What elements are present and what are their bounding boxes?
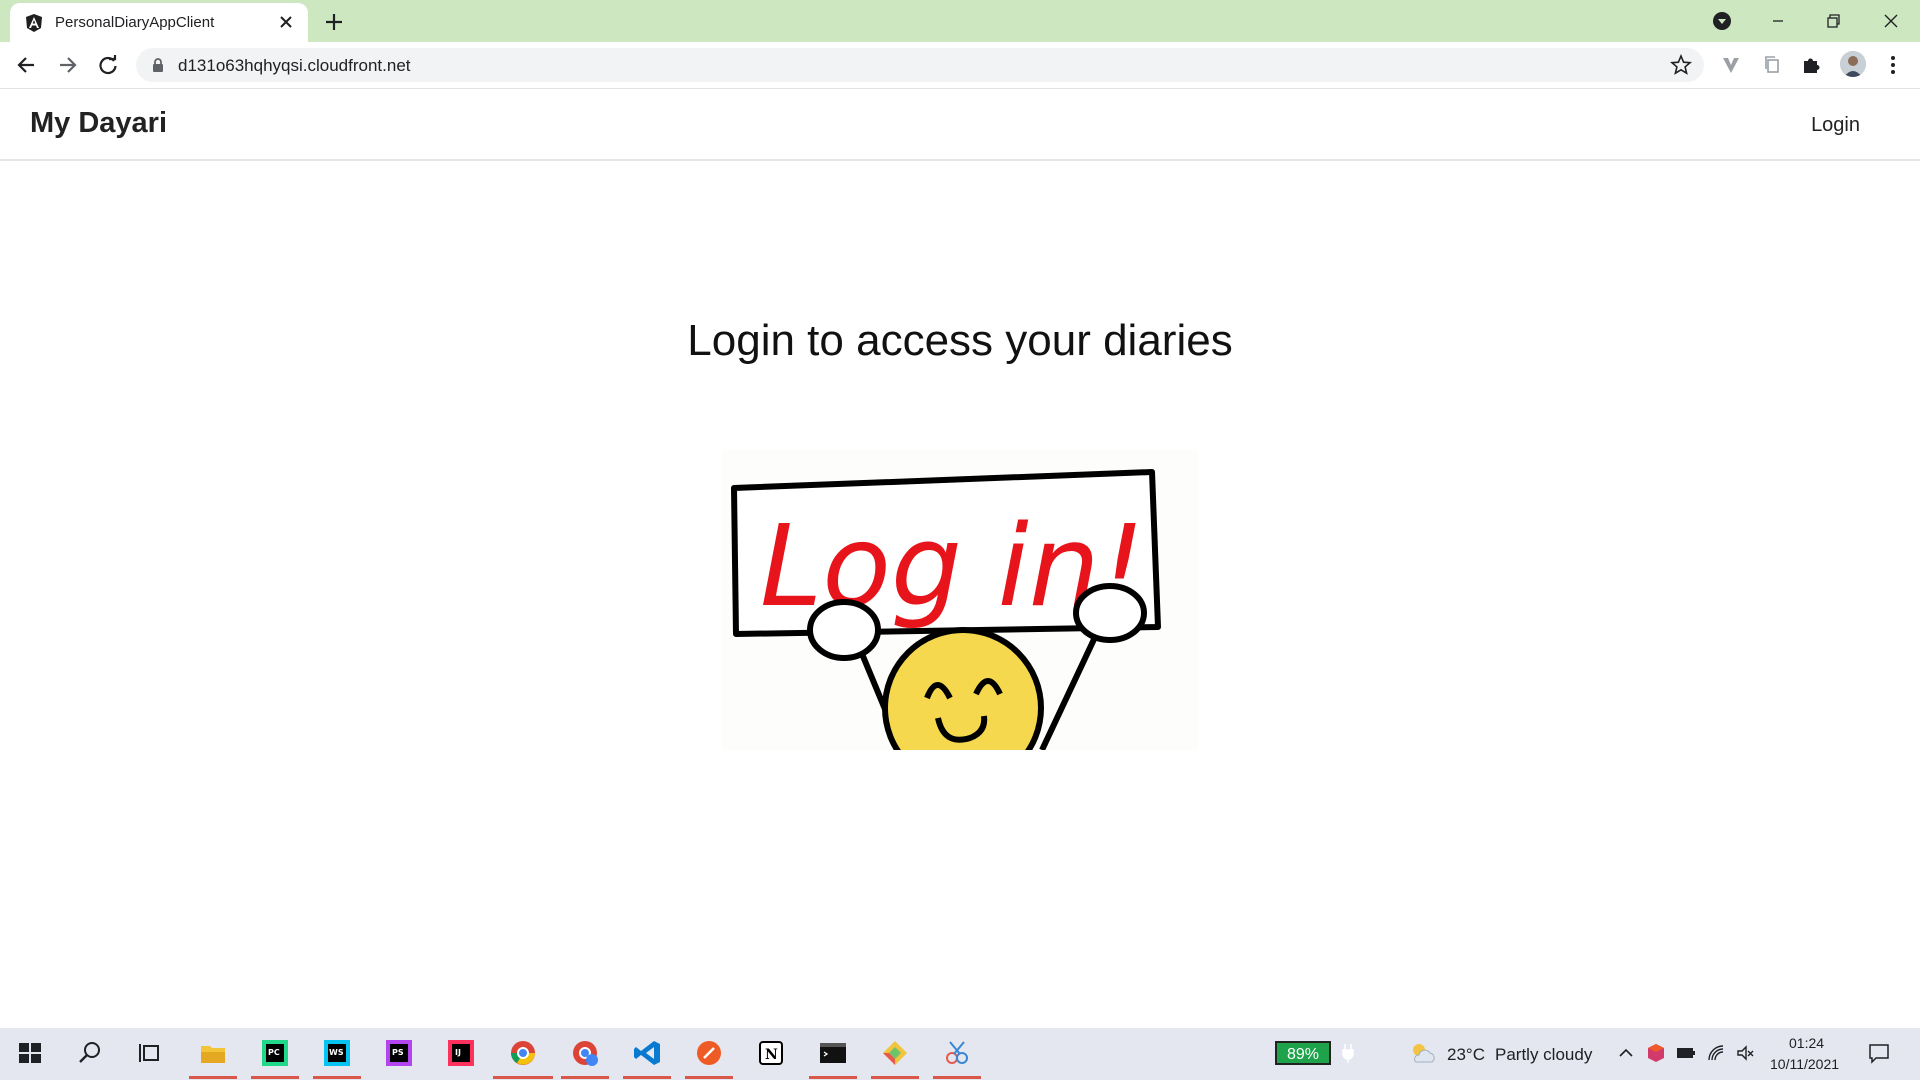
pycharm-running-indicator xyxy=(251,1076,299,1079)
back-icon[interactable] xyxy=(14,52,40,78)
vscode-icon[interactable] xyxy=(632,1038,662,1068)
file-explorer-running-indicator xyxy=(189,1076,237,1079)
charging-plug-icon xyxy=(1342,1044,1354,1063)
notion-icon[interactable]: N xyxy=(756,1038,786,1068)
postman-running-indicator xyxy=(685,1076,733,1079)
minimize-icon[interactable] xyxy=(1765,8,1791,34)
address-bar[interactable]: d131o63hqhyqsi.cloudfront.net xyxy=(136,48,1704,82)
extensions-puzzle-icon[interactable] xyxy=(1799,52,1825,78)
clock-date[interactable]: 10/11/2021 xyxy=(1770,1056,1839,1072)
weather-condition[interactable]: Partly cloudy xyxy=(1495,1045,1592,1065)
clock-time[interactable]: 01:24 xyxy=(1789,1035,1824,1051)
svg-text:N: N xyxy=(765,1047,778,1063)
url-text[interactable]: d131o63hqhyqsi.cloudfront.net xyxy=(178,56,411,76)
wifi-icon[interactable] xyxy=(1706,1043,1726,1063)
browser-tab[interactable]: PersonalDiaryAppClient xyxy=(10,3,308,42)
snipping-icon[interactable] xyxy=(942,1038,972,1068)
close-window-icon[interactable] xyxy=(1878,8,1904,34)
tab-title: PersonalDiaryAppClient xyxy=(55,14,215,31)
close-tab-icon[interactable] xyxy=(276,12,296,32)
login-sign-illustration: Log in! xyxy=(722,450,1198,750)
extension-v-icon[interactable] xyxy=(1718,52,1744,78)
phpstorm-icon[interactable]: PS xyxy=(384,1038,414,1068)
chrome-profile-running-indicator xyxy=(561,1076,609,1079)
terminal-running-indicator xyxy=(809,1076,857,1079)
svg-text:IJ: IJ xyxy=(455,1048,461,1057)
git-running-indicator xyxy=(871,1076,919,1079)
reload-icon[interactable] xyxy=(95,52,121,78)
intellij-icon[interactable]: IJ xyxy=(446,1038,476,1068)
tab-search-icon[interactable] xyxy=(1709,8,1735,34)
browser-toolbar: d131o63hqhyqsi.cloudfront.net xyxy=(0,42,1920,89)
copy-extension-icon[interactable] xyxy=(1759,52,1785,78)
site-navbar: My Dayari Login xyxy=(0,89,1920,161)
browser-tab-strip: PersonalDiaryAppClient xyxy=(0,0,1920,42)
battery-tray-icon[interactable] xyxy=(1675,1044,1697,1062)
webstorm-icon[interactable]: WS xyxy=(322,1038,352,1068)
pycharm-icon[interactable]: PC xyxy=(260,1038,290,1068)
new-tab-icon[interactable] xyxy=(322,10,346,34)
svg-text:PC: PC xyxy=(268,1048,280,1057)
weather-temperature[interactable]: 23°C xyxy=(1447,1045,1485,1065)
postman-icon[interactable] xyxy=(694,1038,724,1068)
page-heading: Login to access your diaries xyxy=(687,316,1233,365)
show-hidden-icons-chevron-icon[interactable] xyxy=(1617,1044,1635,1062)
svg-text:WS: WS xyxy=(329,1048,344,1057)
forward-icon[interactable] xyxy=(54,52,80,78)
start-icon[interactable] xyxy=(15,1038,45,1068)
search-icon[interactable] xyxy=(75,1038,105,1068)
weather-partly-cloudy-icon[interactable] xyxy=(1408,1040,1438,1066)
browser-menu-icon[interactable] xyxy=(1880,52,1906,78)
chrome-profile-icon[interactable] xyxy=(570,1038,600,1068)
profile-avatar[interactable] xyxy=(1840,51,1866,77)
angular-icon xyxy=(26,14,42,32)
snipping-running-indicator xyxy=(933,1076,981,1079)
svg-text:PS: PS xyxy=(392,1048,404,1057)
restore-icon[interactable] xyxy=(1820,8,1846,34)
file-explorer-icon[interactable] xyxy=(198,1038,228,1068)
webstorm-running-indicator xyxy=(313,1076,361,1079)
git-icon[interactable] xyxy=(880,1038,910,1068)
chrome-icon[interactable] xyxy=(508,1038,538,1068)
windows-taskbar: PC WS PS IJ N 89% 23°C Partly cloudy 01:… xyxy=(0,1028,1920,1080)
brand-logo-text[interactable]: My Dayari xyxy=(30,107,167,140)
chrome-running-indicator xyxy=(493,1076,553,1079)
avatar-icon xyxy=(1840,51,1866,77)
volume-muted-icon[interactable] xyxy=(1735,1043,1755,1063)
nav-login-link[interactable]: Login xyxy=(1811,114,1860,137)
task-view-icon[interactable] xyxy=(135,1038,165,1068)
vscode-running-indicator xyxy=(623,1076,671,1079)
bookmark-star-icon[interactable] xyxy=(1670,54,1692,76)
office-tray-icon[interactable] xyxy=(1647,1043,1665,1063)
terminal-icon[interactable] xyxy=(818,1038,848,1068)
battery-indicator[interactable]: 89% xyxy=(1275,1041,1331,1065)
lock-icon[interactable] xyxy=(150,57,166,73)
notifications-icon[interactable] xyxy=(1868,1042,1890,1064)
